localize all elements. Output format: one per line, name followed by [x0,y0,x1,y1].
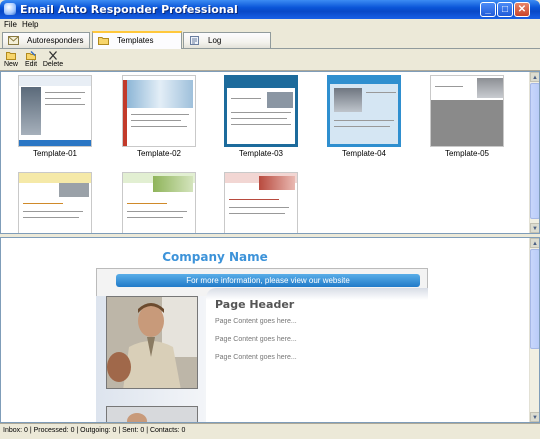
preview-content-line: Page Content goes here... [215,336,297,343]
menu-help[interactable]: Help [22,19,38,30]
scroll-up-button[interactable]: ▲ [530,72,539,82]
template-preview: Company Name For more information, pleas… [0,237,540,423]
template-label-01: Template-01 [32,149,78,158]
scroll-up-button[interactable]: ▲ [530,238,539,248]
preview-info-bar: For more information, please view our we… [116,274,420,287]
menu-file[interactable]: File [4,19,17,30]
scroll-thumb[interactable] [530,83,539,219]
menu-bar: File Help [0,19,540,30]
preview-content-line: Page Content goes here... [215,354,297,361]
scroll-thumb[interactable] [530,249,539,349]
template-label-04: Template-04 [341,149,387,158]
template-label-03: Template-03 [238,149,284,158]
tab-autoresponders[interactable]: Autoresponders [2,32,90,48]
template-thumbnail-05[interactable] [430,75,504,147]
template-label-05: Template-05 [444,149,490,158]
preview-scrollbar[interactable]: ▲ ▼ [529,238,539,422]
envelope-icon [8,36,19,45]
preview-content-line: Page Content goes here... [215,318,297,325]
gallery-scrollbar[interactable]: ▲ ▼ [529,72,539,233]
status-bar: Inbox: 0 | Processed: 0 | Outgoing: 0 | … [0,423,540,439]
edit-button[interactable]: Edit [22,50,40,70]
template-thumbnail-03[interactable] [224,75,298,147]
window-title: Email Auto Responder Professional [20,3,238,16]
preview-photo-2 [106,406,198,422]
scroll-down-button[interactable]: ▼ [530,412,539,422]
tab-templates[interactable]: Templates [92,31,182,49]
status-counts: Inbox: 0 | Processed: 0 | Outgoing: 0 | … [3,427,186,434]
new-button[interactable]: New [2,50,20,70]
preview-company-name: Company Name [162,250,268,264]
new-folder-icon [6,52,16,60]
template-thumbnail-01[interactable] [18,75,92,147]
template-gallery[interactable]: Template-01 Template-02 Template-03 Temp… [0,71,540,234]
delete-button[interactable]: Delete [42,50,64,70]
edit-icon [26,51,36,60]
tab-log[interactable]: Log [183,32,271,48]
tab-bar: Autoresponders Templates Log [0,30,540,49]
preview-page-header: Page Header [215,298,295,311]
close-button[interactable]: ✕ [514,2,530,17]
maximize-button[interactable]: □ [497,2,513,17]
second-photo-image [107,407,197,422]
person-photo-image [107,297,197,388]
template-thumbnail-08[interactable] [224,172,298,233]
template-thumbnail-07[interactable] [122,172,196,233]
title-bar[interactable]: Email Auto Responder Professional _ □ ✕ [0,0,540,19]
app-icon [4,3,16,15]
scroll-down-button[interactable]: ▼ [530,223,539,233]
template-label-02: Template-02 [136,149,182,158]
template-thumbnail-04[interactable] [327,75,401,147]
preview-photo [106,296,198,389]
template-thumbnail-06[interactable] [18,172,92,233]
toolbar: New Edit Delete [0,49,540,71]
folder-icon [98,37,109,45]
template-thumbnail-02[interactable] [122,75,196,147]
delete-x-icon [49,51,57,60]
log-icon [190,36,199,45]
minimize-button[interactable]: _ [480,2,496,17]
